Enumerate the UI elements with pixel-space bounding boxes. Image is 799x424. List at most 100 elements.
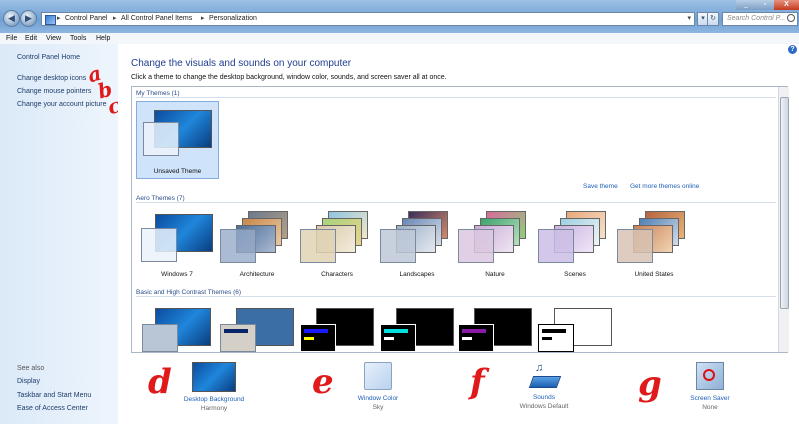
- text-preview: [304, 337, 314, 340]
- theme-unsaved[interactable]: Unsaved Theme: [136, 101, 219, 179]
- window-color-value: Sky: [372, 404, 384, 411]
- divider: [136, 296, 776, 297]
- text-preview: [462, 337, 472, 340]
- close-button[interactable]: X: [774, 0, 799, 10]
- theme-architecture-label: Architecture: [239, 271, 275, 278]
- desktop-background-label: Desktop Background: [183, 396, 245, 403]
- theme-scenes[interactable]: Scenes: [536, 211, 614, 281]
- my-themes-heading: My Themes (1): [136, 90, 180, 97]
- theme-window-preview: [538, 229, 574, 263]
- help-icon[interactable]: ?: [788, 45, 797, 54]
- theme-window-preview: [538, 324, 574, 352]
- window-color-icon: [364, 362, 392, 390]
- theme-united-states[interactable]: United States: [615, 211, 693, 281]
- theme-landscapes-label: Landscapes: [399, 271, 435, 278]
- theme-window-preview: [143, 122, 179, 156]
- breadcrumb-separator[interactable]: ▸: [201, 14, 205, 22]
- search-input[interactable]: Search Control P...: [722, 12, 798, 26]
- refresh-button[interactable]: ↻: [707, 12, 719, 26]
- theme-window-preview: [220, 324, 256, 352]
- sounds-icon: ♫: [528, 362, 562, 390]
- aero-themes-heading: Aero Themes (7): [136, 195, 185, 202]
- menu-edit[interactable]: Edit: [25, 35, 37, 42]
- theme-nature[interactable]: Nature: [456, 211, 534, 281]
- maximize-button[interactable]: ▫: [756, 0, 774, 10]
- breadcrumb-personalization[interactable]: Personalization: [209, 15, 257, 22]
- sidebar-change-mouse-pointers[interactable]: Change mouse pointers: [17, 88, 91, 95]
- text-preview: [384, 337, 394, 340]
- theme-characters[interactable]: Characters: [298, 211, 376, 281]
- breadcrumb-separator[interactable]: ▸: [57, 14, 61, 22]
- screen-saver-icon: [696, 362, 724, 390]
- save-theme-link[interactable]: Save theme: [583, 183, 618, 190]
- theme-scrollbar[interactable]: [778, 87, 789, 352]
- see-also-taskbar[interactable]: Taskbar and Start Menu: [17, 392, 91, 399]
- theme-high-contrast-1[interactable]: [298, 306, 376, 352]
- screen-saver-button[interactable]: Screen Saver None: [680, 362, 740, 411]
- title-bar-preview: [224, 329, 248, 333]
- see-also-ease-of-access[interactable]: Ease of Access Center: [17, 405, 88, 412]
- theme-window-preview: [300, 324, 336, 352]
- back-button[interactable]: ◀: [3, 10, 20, 27]
- text-preview: [542, 337, 552, 340]
- desktop-background-icon: [192, 362, 236, 392]
- address-dropdown-icon[interactable]: ▾: [687, 14, 691, 22]
- theme-windows-7-basic[interactable]: [138, 306, 214, 352]
- theme-window-preview: [141, 228, 177, 262]
- desktop-background-button[interactable]: Desktop Background Harmony: [178, 362, 250, 412]
- desktop-background-value: Harmony: [200, 405, 228, 412]
- menu-tools[interactable]: Tools: [70, 35, 86, 42]
- theme-high-contrast-white[interactable]: [536, 306, 614, 352]
- menu-help[interactable]: Help: [96, 35, 110, 42]
- title-bar-preview: [462, 329, 486, 333]
- minimize-button[interactable]: _: [736, 0, 756, 10]
- theme-nature-label: Nature: [485, 271, 505, 278]
- scrollbar-thumb[interactable]: [780, 97, 789, 309]
- menu-view[interactable]: View: [46, 35, 61, 42]
- address-bar[interactable]: ▸ Control Panel ▸ All Control Panel Item…: [41, 12, 695, 26]
- divider: [136, 97, 776, 98]
- theme-window-preview: [458, 229, 494, 263]
- theme-architecture[interactable]: Architecture: [218, 211, 296, 281]
- see-also-display[interactable]: Display: [17, 378, 40, 385]
- theme-window-preview: [220, 229, 256, 263]
- theme-high-contrast-2[interactable]: [378, 306, 456, 352]
- theme-window-preview: [458, 324, 494, 352]
- window-color-button[interactable]: Window Color Sky: [348, 362, 408, 411]
- theme-unsaved-label: Unsaved Theme: [153, 168, 202, 175]
- sounds-label: Sounds: [532, 394, 556, 401]
- screen-saver-label: Screen Saver: [690, 395, 730, 402]
- get-more-themes-link[interactable]: Get more themes online: [630, 183, 699, 190]
- theme-windows-7[interactable]: Windows 7: [138, 211, 216, 281]
- theme-windows-classic[interactable]: [218, 306, 296, 352]
- no-symbol-icon: [703, 369, 715, 381]
- title-bar-preview: [304, 329, 328, 333]
- sounds-button[interactable]: ♫ Sounds Windows Default: [510, 362, 578, 410]
- theme-window-preview: [300, 229, 336, 263]
- sounds-value: Windows Default: [519, 403, 569, 410]
- breadcrumb-separator[interactable]: ▸: [113, 14, 117, 22]
- speaker-shape: [528, 376, 562, 388]
- theme-window-preview: [142, 324, 178, 352]
- annotation-d: d: [148, 362, 172, 402]
- theme-landscapes[interactable]: Landscapes: [378, 211, 456, 281]
- theme-window-preview: [617, 229, 653, 263]
- page-subtitle: Click a theme to change the desktop back…: [131, 74, 447, 81]
- annotation-f: f: [470, 362, 485, 402]
- sidebar-control-panel-home[interactable]: Control Panel Home: [17, 54, 80, 61]
- contrast-themes-heading: Basic and High Contrast Themes (6): [136, 289, 242, 296]
- screen-saver-value: None: [702, 404, 718, 411]
- search-icon[interactable]: [787, 14, 795, 22]
- theme-characters-label: Characters: [321, 271, 353, 278]
- breadcrumb-all-items[interactable]: All Control Panel Items: [121, 15, 192, 22]
- window-color-label: Window Color: [357, 395, 399, 402]
- control-panel-icon: [45, 15, 56, 25]
- sidebar-change-account-picture[interactable]: Change your account picture: [17, 101, 107, 108]
- theme-high-contrast-black[interactable]: [456, 306, 534, 352]
- forward-button[interactable]: ▶: [20, 10, 37, 27]
- see-also-heading: See also: [17, 365, 45, 372]
- breadcrumb-control-panel[interactable]: Control Panel: [65, 15, 107, 22]
- theme-scenes-label: Scenes: [564, 271, 586, 278]
- sidebar-change-desktop-icons[interactable]: Change desktop icons: [17, 75, 86, 82]
- menu-file[interactable]: File: [6, 35, 17, 42]
